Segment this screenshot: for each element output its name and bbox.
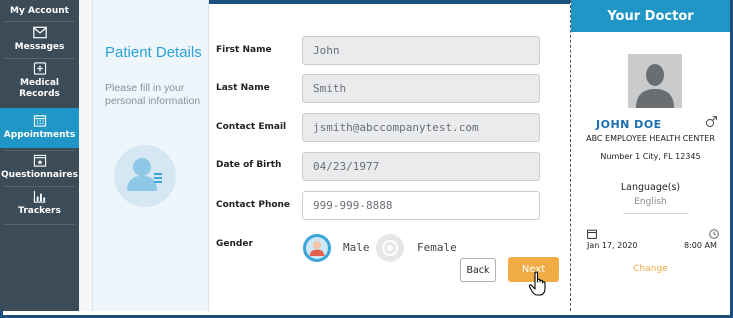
female-avatar-icon <box>376 234 404 262</box>
sidebar-divider <box>4 58 75 59</box>
user-profile-icon <box>127 158 162 191</box>
sidebar-item-label: Questionnaires <box>1 170 78 180</box>
spacer-column <box>79 0 92 311</box>
sidebar-divider <box>4 150 75 151</box>
phone-label: Contact Phone <box>216 200 291 210</box>
language-value: English <box>634 197 667 207</box>
back-button[interactable]: Back <box>460 258 496 282</box>
clock-icon <box>709 229 719 239</box>
gender-label: Gender <box>216 239 253 249</box>
dob-field[interactable]: 04/23/1977 <box>302 152 540 181</box>
email-label: Contact Email <box>216 122 287 132</box>
appointment-date: Jan 17, 2020 <box>587 241 638 250</box>
sidebar-item-label: Appointments <box>3 130 76 140</box>
doctor-name: JOHN DOE <box>596 118 662 131</box>
last-name-label: Last Name <box>216 83 270 93</box>
doctor-address: Number 1 City, FL 12345 <box>600 152 701 161</box>
sidebar-divider <box>4 186 75 187</box>
sidebar: My Account Messages Medical Records Appo… <box>0 0 79 311</box>
appointment-time: 8:00 AM <box>684 241 717 250</box>
clipboard-icon <box>33 154 46 167</box>
sidebar-item-label: Messages <box>14 42 65 52</box>
sidebar-item-questionnaires[interactable]: Questionnaires <box>0 154 79 184</box>
male-avatar-icon <box>303 234 331 262</box>
change-appointment-link[interactable]: Change <box>571 264 730 274</box>
doctor-organization: ABC EMPLOYEE HEALTH CENTER <box>586 134 715 143</box>
doctor-panel: Your Doctor JOHN DOE ABC EMPLOYEE HEALTH… <box>570 0 730 311</box>
patient-details-panel: Patient Details Please fill in your pers… <box>92 0 209 311</box>
sidebar-item-label: Medical Records <box>19 78 60 99</box>
hand-cursor-icon <box>528 271 546 296</box>
email-field[interactable]: jsmith@abccompanytest.com <box>302 113 540 142</box>
first-name-field[interactable]: John <box>302 36 540 65</box>
dob-value: 04/23/1977 <box>313 160 380 173</box>
dob-label: Date of Birth <box>216 160 282 170</box>
medical-records-icon <box>33 62 46 75</box>
email-value: jsmith@abccompanytest.com <box>313 121 479 134</box>
sidebar-item-appointments[interactable]: Appointments <box>0 108 79 148</box>
sidebar-item-label: My Account <box>10 6 69 16</box>
page-subtitle: Please fill in your personal information <box>105 82 201 107</box>
phone-field[interactable]: 999-999-8888 <box>302 191 540 220</box>
sidebar-item-medical-records[interactable]: Medical Records <box>0 62 79 106</box>
sidebar-item-trackers[interactable]: Trackers <box>0 190 79 222</box>
gender-male-label: Male <box>343 241 370 254</box>
doctor-photo <box>628 54 682 108</box>
sidebar-item-messages[interactable]: Messages <box>0 26 79 56</box>
calendar-icon <box>33 114 46 127</box>
calendar-icon <box>587 229 597 239</box>
gender-female-label: Female <box>417 241 457 254</box>
first-name-value: John <box>313 44 340 57</box>
sidebar-divider <box>4 21 75 22</box>
patient-avatar <box>114 145 176 207</box>
sidebar-item-my-account[interactable]: My Account <box>0 6 79 20</box>
sidebar-item-label: Trackers <box>18 206 61 216</box>
gender-male-radio[interactable] <box>303 234 331 262</box>
last-name-value: Smith <box>313 82 347 95</box>
language-label: Language(s) <box>620 182 681 193</box>
phone-value: 999-999-8888 <box>313 199 393 212</box>
first-name-label: First Name <box>216 45 272 55</box>
doctor-panel-header: Your Doctor <box>571 0 730 32</box>
divider <box>623 213 689 214</box>
sidebar-divider <box>4 224 75 225</box>
last-name-field[interactable]: Smith <box>302 74 540 103</box>
male-symbol-icon <box>705 115 718 128</box>
gender-female-radio[interactable] <box>376 234 404 262</box>
chart-icon <box>33 190 46 203</box>
person-silhouette-icon <box>628 54 682 108</box>
page-title: Patient Details <box>105 44 202 61</box>
envelope-icon <box>32 26 47 39</box>
